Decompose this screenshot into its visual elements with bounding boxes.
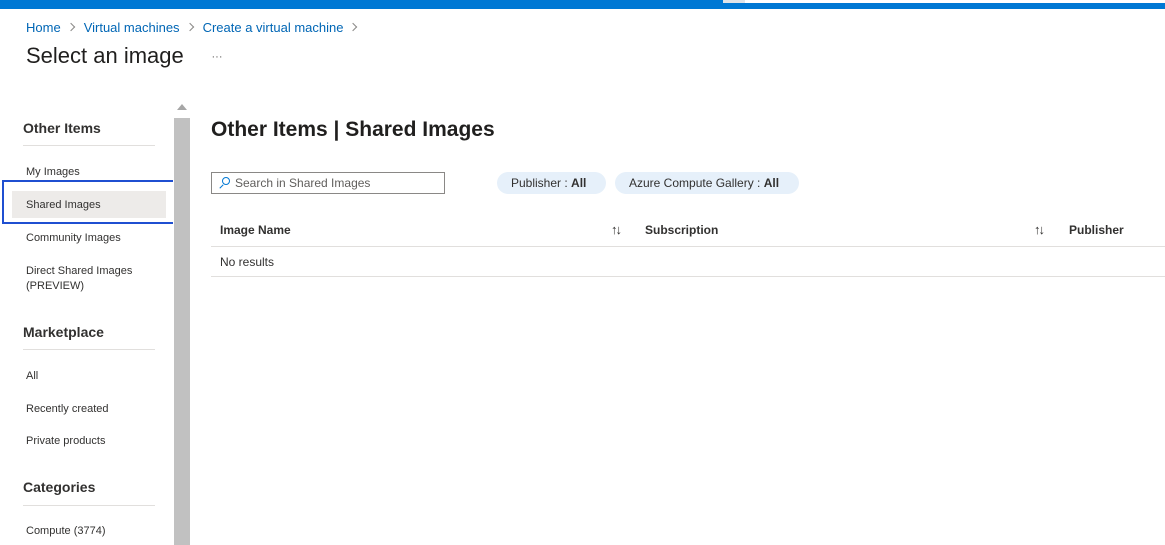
section-divider [23, 349, 155, 350]
breadcrumb-home[interactable]: Home [26, 20, 61, 35]
scrollbar-thumb[interactable] [174, 118, 190, 545]
table-row: No results [211, 247, 1165, 277]
chevron-right-icon [349, 22, 358, 32]
column-header-publisher[interactable]: Publisher [1069, 223, 1124, 237]
sort-icon[interactable]: ↑↓ [1034, 222, 1045, 237]
section-header-other-items: Other Items [23, 120, 101, 136]
ellipsis-icon[interactable]: ··· [210, 50, 224, 64]
top-navigation-bar [0, 0, 1165, 9]
column-header-subscription[interactable]: Subscription [645, 223, 718, 237]
section-header-marketplace: Marketplace [23, 324, 104, 340]
table-header: Image Name ↑↓ Subscription ↑↓ Publisher [211, 215, 1165, 247]
publisher-filter-pill[interactable]: Publisher : All [497, 172, 606, 194]
breadcrumb-virtual-machines[interactable]: Virtual machines [84, 20, 180, 35]
filter-label: Publisher : [511, 176, 572, 190]
sidebar-item-recently-created[interactable]: Recently created [26, 402, 156, 417]
sidebar-scrollbar[interactable] [173, 97, 190, 545]
section-header-categories: Categories [23, 479, 96, 495]
search-box[interactable] [211, 172, 445, 194]
compute-gallery-filter-pill[interactable]: Azure Compute Gallery : All [615, 172, 799, 194]
sidebar-item-private-products[interactable]: Private products [26, 434, 156, 449]
search-input[interactable] [235, 176, 435, 190]
sidebar-item-my-images[interactable]: My Images [26, 165, 156, 180]
image-category-sidebar: Other Items My Images Shared Images Comm… [0, 96, 175, 545]
sort-icon[interactable]: ↑↓ [611, 222, 622, 237]
global-search-bar[interactable] [723, 0, 1165, 3]
sidebar-item-compute[interactable]: Compute (3774) [26, 524, 156, 539]
sidebar-item-community-images[interactable]: Community Images [26, 231, 156, 246]
section-divider [23, 145, 155, 146]
section-divider [23, 505, 155, 506]
breadcrumb-create-virtual-machine[interactable]: Create a virtual machine [203, 20, 344, 35]
scroll-up-arrow-icon[interactable] [173, 97, 190, 117]
breadcrumb: Home Virtual machines Create a virtual m… [26, 19, 366, 35]
chevron-right-icon [185, 22, 194, 32]
column-header-image-name[interactable]: Image Name [220, 223, 291, 237]
global-search-edge [723, 0, 745, 3]
filter-value: All [571, 176, 587, 190]
page-title: Select an image [26, 43, 184, 68]
main-section-title: Other Items | Shared Images [211, 118, 495, 141]
sidebar-item-all[interactable]: All [26, 369, 156, 384]
empty-state-text: No results [220, 255, 275, 269]
chevron-right-icon [66, 22, 75, 32]
filter-value: All [763, 176, 780, 190]
sidebar-item-direct-shared-images[interactable]: Direct Shared Images (PREVIEW) [26, 264, 156, 294]
filter-label: Azure Compute Gallery : [629, 176, 764, 190]
focus-outline [2, 180, 175, 224]
search-icon [218, 177, 230, 189]
